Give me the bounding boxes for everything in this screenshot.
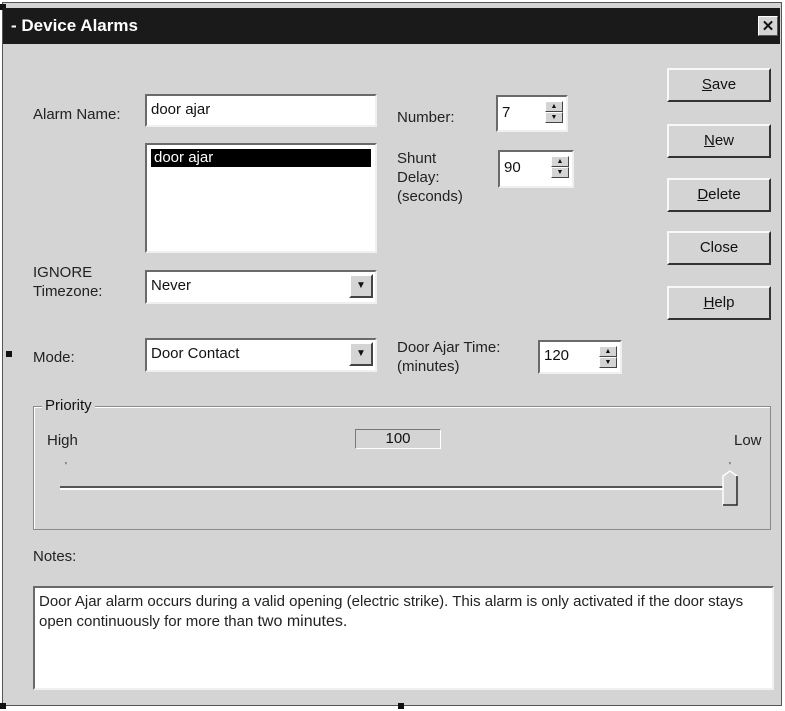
mode-dropdown[interactable]: Door Contact ▼	[145, 338, 377, 372]
shunt-delay-label: Shunt Delay: (seconds)	[397, 149, 463, 206]
resize-handle-bottom[interactable]	[398, 703, 404, 709]
spin-up-icon[interactable]: ▲	[551, 156, 569, 167]
shunt-delay-label-line3: (seconds)	[397, 188, 463, 205]
close-button[interactable]: Close	[667, 231, 771, 265]
spin-up-icon[interactable]: ▲	[599, 346, 617, 357]
close-icon[interactable]: ✕	[758, 16, 778, 36]
priority-group	[33, 406, 771, 530]
door-ajar-time-label-line2: (minutes)	[397, 358, 460, 375]
shunt-delay-label-line2: Delay:	[397, 169, 440, 186]
window-title: - Device Alarms	[11, 16, 138, 35]
door-ajar-time-label-line1: Door Ajar Time:	[397, 339, 501, 356]
notes-text-emphasis: two minutes.	[257, 613, 348, 630]
ignore-timezone-label-line2: Timezone:	[33, 283, 103, 300]
new-button-label: ew	[714, 132, 735, 149]
ignore-timezone-label: IGNORE Timezone:	[33, 263, 102, 301]
ignore-timezone-label-line1: IGNORE	[33, 264, 93, 281]
alarm-name-label: Alarm Name:	[33, 106, 121, 123]
slider-tick-high: '	[65, 461, 67, 472]
save-button-label: ave	[711, 76, 737, 93]
notes-text: Door Ajar alarm occurs during a valid op…	[39, 593, 744, 630]
close-button-label: Close	[699, 239, 739, 256]
shunt-delay-label-line1: Shunt	[397, 150, 437, 167]
alarm-list[interactable]: door ajar	[145, 143, 377, 253]
door-ajar-time-spinner[interactable]: 120 ▲ ▼	[538, 340, 622, 374]
help-button-mnemonic: H	[703, 294, 715, 311]
title-bar: - Device Alarms ✕	[3, 8, 780, 44]
priority-group-label: Priority	[42, 397, 95, 414]
door-ajar-time-label: Door Ajar Time: (minutes)	[397, 338, 500, 376]
save-button-mnemonic: S	[701, 76, 712, 93]
resize-handle-left[interactable]	[6, 351, 12, 357]
alarm-name-input[interactable]: door ajar	[145, 94, 377, 127]
ignore-timezone-value: Never	[151, 277, 192, 294]
spin-up-icon[interactable]: ▲	[545, 101, 563, 112]
spin-down-icon[interactable]: ▼	[551, 167, 569, 178]
save-button[interactable]: Save	[667, 68, 771, 102]
chevron-down-icon[interactable]: ▼	[349, 274, 373, 298]
mode-value: Door Contact	[151, 345, 240, 362]
help-button-label: elp	[714, 294, 735, 311]
number-spinner[interactable]: 7 ▲ ▼	[496, 95, 568, 132]
delete-button[interactable]: Delete	[667, 178, 771, 212]
shunt-delay-spin-buttons[interactable]: ▲ ▼	[551, 156, 569, 178]
new-button[interactable]: New	[667, 124, 771, 158]
priority-low-label: Low	[734, 432, 762, 449]
mode-label: Mode:	[33, 349, 75, 366]
number-label: Number:	[397, 109, 455, 126]
priority-slider-track[interactable]	[60, 486, 732, 490]
priority-high-label: High	[47, 432, 78, 449]
ignore-timezone-dropdown[interactable]: Never ▼	[145, 270, 377, 304]
delete-button-mnemonic: D	[697, 186, 709, 203]
spin-down-icon[interactable]: ▼	[545, 112, 563, 123]
shunt-delay-spinner[interactable]: 90 ▲ ▼	[498, 150, 574, 188]
alarm-list-item[interactable]: door ajar	[151, 149, 371, 167]
delete-button-label: elete	[708, 186, 741, 203]
door-ajar-spin-buttons[interactable]: ▲ ▼	[599, 346, 617, 368]
help-button[interactable]: Help	[667, 286, 771, 320]
spin-down-icon[interactable]: ▼	[599, 357, 617, 368]
number-spin-buttons[interactable]: ▲ ▼	[545, 101, 563, 123]
new-button-mnemonic: N	[703, 132, 715, 149]
notes-label: Notes:	[33, 548, 77, 565]
chevron-down-icon[interactable]: ▼	[349, 342, 373, 366]
number-value: 7	[502, 104, 511, 121]
door-ajar-time-value: 120	[544, 347, 570, 364]
shunt-delay-value: 90	[504, 159, 521, 176]
priority-slider-thumb[interactable]	[722, 470, 738, 506]
notes-textarea[interactable]: Door Ajar alarm occurs during a valid op…	[33, 586, 774, 690]
priority-value-display: 100	[355, 429, 441, 449]
resize-handle-bottom-left[interactable]	[0, 703, 6, 709]
